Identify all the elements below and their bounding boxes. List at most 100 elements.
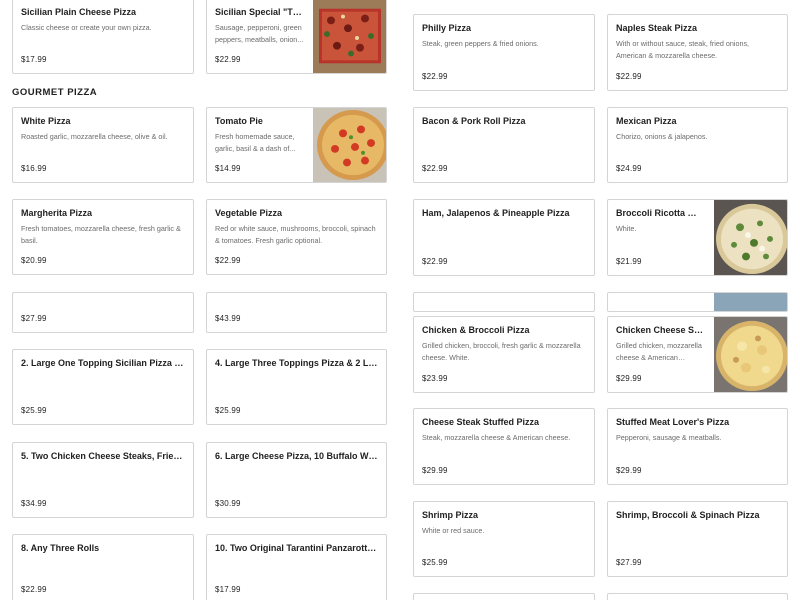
- menu-item-card[interactable]: $27.99: [12, 292, 194, 333]
- item-price: $23.99: [422, 374, 448, 383]
- item-description: Pepperoni, sausage & meatballs.: [616, 433, 722, 442]
- item-description: With or without sauce, steak, fried onio…: [616, 39, 750, 60]
- item-price: $22.99: [422, 72, 448, 81]
- menu-item-card-partial: [413, 593, 595, 600]
- item-name: Stuffed Meat Lover's Pizza: [616, 417, 730, 427]
- item-name: Sicilian Plain Cheese Pizza: [21, 7, 137, 17]
- item-description: Chorizo, onions & jalapenos.: [616, 132, 708, 141]
- item-name: 2. Large One Topping Sicilian Pizza & 2 …: [21, 358, 185, 368]
- item-name: Chicken Cheese Steak...: [616, 325, 705, 335]
- item-description: Steak, green peppers & fried onions.: [422, 39, 539, 48]
- item-name: Cheese Steak Stuffed Pizza: [422, 417, 540, 427]
- chicken-cheese-steak-pizza-image: [714, 317, 787, 392]
- item-price: $17.99: [215, 585, 241, 594]
- item-price: $22.99: [21, 585, 47, 594]
- item-name: Sicilian Special "The...: [215, 7, 304, 17]
- menu-item-card[interactable]: $43.99: [206, 292, 387, 333]
- item-name: Shrimp, Broccoli & Spinach Pizza: [616, 510, 760, 520]
- item-price: $22.99: [215, 55, 241, 64]
- item-description: White.: [616, 224, 637, 233]
- item-price: $22.99: [422, 257, 448, 266]
- section-title-gourmet-pizza: GOURMET PIZZA: [12, 87, 98, 98]
- item-price: $27.99: [21, 314, 47, 323]
- menu-item-card[interactable]: 8. Any Three Rolls $22.99: [12, 534, 194, 600]
- menu-item-card[interactable]: Sicilian Plain Cheese Pizza Classic chee…: [12, 0, 194, 74]
- item-price: $17.99: [21, 55, 47, 64]
- item-price: $29.99: [616, 466, 642, 475]
- item-description: Grilled chicken, mozzarella cheese & Ame…: [616, 341, 702, 362]
- menu-item-card[interactable]: Philly Pizza Steak, green peppers & frie…: [413, 14, 595, 91]
- item-description: Classic cheese or create your own pizza.: [21, 23, 152, 32]
- item-description: Red or white sauce, mushrooms, broccoli,…: [215, 224, 376, 245]
- item-price: $25.99: [422, 558, 448, 567]
- item-name: Margherita Pizza: [21, 208, 93, 218]
- item-price: $21.99: [616, 257, 642, 266]
- item-name: Ham, Jalapenos & Pineapple Pizza: [422, 208, 570, 218]
- item-description: Fresh tomatoes, mozzarella cheese, fresh…: [21, 224, 181, 245]
- item-name: Philly Pizza: [422, 23, 472, 33]
- menu-item-card[interactable]: Broccoli Ricotta White... White. $21.99: [607, 199, 788, 276]
- item-name: Broccoli Ricotta White...: [616, 208, 705, 218]
- item-name: Shrimp Pizza: [422, 510, 479, 520]
- menu-item-card[interactable]: Vegetable Pizza Red or white sauce, mush…: [206, 199, 387, 275]
- item-price: $29.99: [616, 374, 642, 383]
- item-name: Mexican Pizza: [616, 116, 677, 126]
- sicilian-square-pizza-image: [313, 0, 386, 73]
- item-description: White or red sauce.: [422, 526, 485, 535]
- item-name: Naples Steak Pizza: [616, 23, 698, 33]
- item-price: $16.99: [21, 164, 47, 173]
- item-description: Roasted garlic, mozzarella cheese, olive…: [21, 132, 168, 141]
- item-description: Steak, mozzarella cheese & American chee…: [422, 433, 571, 442]
- menu-item-card[interactable]: Chicken & Broccoli Pizza Grilled chicken…: [413, 316, 595, 393]
- item-price: $22.99: [215, 256, 241, 265]
- item-price: $25.99: [21, 406, 47, 415]
- item-price: $30.99: [215, 499, 241, 508]
- menu-item-card[interactable]: Naples Steak Pizza With or without sauce…: [607, 14, 788, 91]
- item-name: Vegetable Pizza: [215, 208, 283, 218]
- item-price: $22.99: [616, 72, 642, 81]
- item-price: $22.99: [422, 164, 448, 173]
- item-name: 6. Large Cheese Pizza, 10 Buffalo Wings …: [215, 451, 378, 461]
- item-name: 5. Two Chicken Cheese Steaks, Fries,...: [21, 451, 185, 461]
- item-description: Sausage, pepperoni, green peppers, meatb…: [215, 23, 304, 44]
- item-name: Bacon & Pork Roll Pizza: [422, 116, 526, 126]
- menu-item-card[interactable]: 10. Two Original Tarantini Panzarottis &…: [206, 534, 387, 600]
- menu-item-card[interactable]: Stuffed Meat Lover's Pizza Pepperoni, sa…: [607, 408, 788, 485]
- menu-item-card-partial: [607, 593, 788, 600]
- menu-item-card[interactable]: Margherita Pizza Fresh tomatoes, mozzare…: [12, 199, 194, 275]
- menu-item-card[interactable]: 6. Large Cheese Pizza, 10 Buffalo Wings …: [206, 442, 387, 518]
- menu-item-card-partial: [413, 292, 595, 312]
- item-price: $20.99: [21, 256, 47, 265]
- menu-item-card[interactable]: Shrimp, Broccoli & Spinach Pizza $27.99: [607, 501, 788, 577]
- menu-item-card[interactable]: White Pizza Roasted garlic, mozzarella c…: [12, 107, 194, 183]
- item-name: 10. Two Original Tarantini Panzarottis &…: [215, 543, 378, 553]
- item-name: White Pizza: [21, 116, 71, 126]
- item-name: Tomato Pie: [215, 116, 263, 126]
- item-description: Fresh homemade sauce, garlic, basil & a …: [215, 132, 296, 153]
- item-price: $29.99: [422, 466, 448, 475]
- item-price: $14.99: [215, 164, 241, 173]
- item-name: Chicken & Broccoli Pizza: [422, 325, 530, 335]
- item-price: $43.99: [215, 314, 241, 323]
- menu-item-card[interactable]: Bacon & Pork Roll Pizza $22.99: [413, 107, 595, 183]
- menu-item-card[interactable]: Sicilian Special "The... Sausage, pepper…: [206, 0, 387, 74]
- item-price: $24.99: [616, 164, 642, 173]
- item-price: $27.99: [616, 558, 642, 567]
- item-name: 4. Large Three Toppings Pizza & 2 Liter.…: [215, 358, 378, 368]
- menu-item-card[interactable]: 4. Large Three Toppings Pizza & 2 Liter.…: [206, 349, 387, 425]
- menu-item-card-partial: [607, 292, 788, 312]
- menu-item-card[interactable]: 5. Two Chicken Cheese Steaks, Fries,... …: [12, 442, 194, 518]
- menu-item-card[interactable]: Mexican Pizza Chorizo, onions & jalapeno…: [607, 107, 788, 183]
- menu-item-card[interactable]: Chicken Cheese Steak... Grilled chicken,…: [607, 316, 788, 393]
- menu-item-card[interactable]: Cheese Steak Stuffed Pizza Steak, mozzar…: [413, 408, 595, 485]
- item-name: 8. Any Three Rolls: [21, 543, 100, 553]
- menu-item-card[interactable]: Tomato Pie Fresh homemade sauce, garlic,…: [206, 107, 387, 183]
- menu-item-card[interactable]: 2. Large One Topping Sicilian Pizza & 2 …: [12, 349, 194, 425]
- item-price: $25.99: [215, 406, 241, 415]
- menu-item-card[interactable]: Ham, Jalapenos & Pineapple Pizza $22.99: [413, 199, 595, 276]
- menu-item-card[interactable]: Shrimp Pizza White or red sauce. $25.99: [413, 501, 595, 577]
- item-price: $34.99: [21, 499, 47, 508]
- broccoli-ricotta-pizza-image: [714, 200, 787, 275]
- item-description: Grilled chicken, broccoli, fresh garlic …: [422, 341, 581, 362]
- tomato-pie-image: [313, 108, 386, 182]
